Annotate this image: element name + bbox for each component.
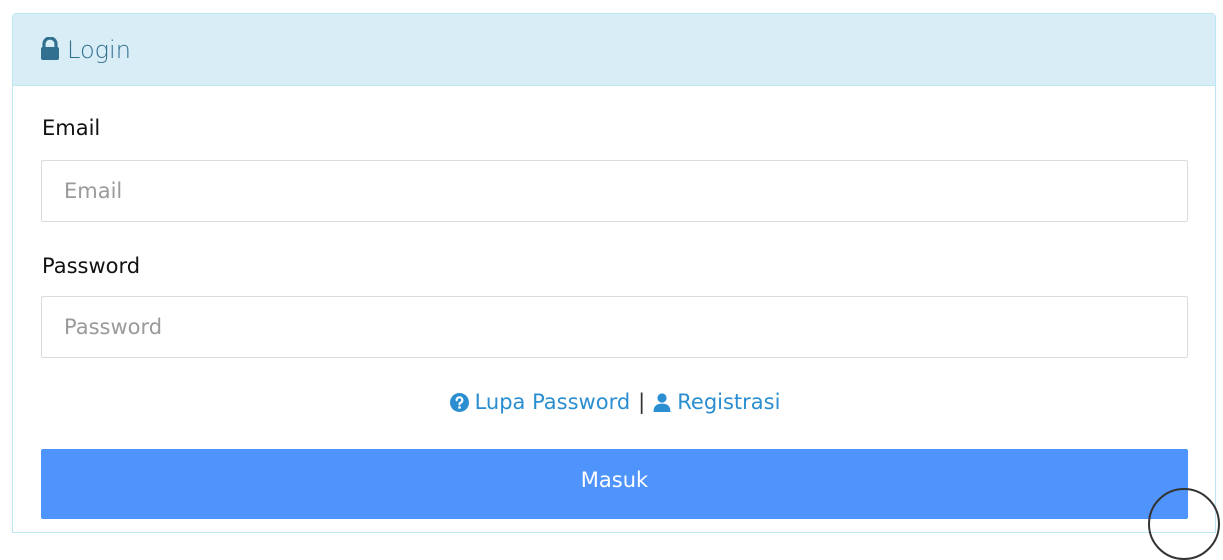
- forgot-password-link[interactable]: Lupa Password: [449, 390, 631, 414]
- lock-icon: [39, 36, 63, 63]
- auth-links: Lupa Password | Registrasi: [13, 389, 1217, 414]
- email-label: Email: [42, 116, 101, 140]
- password-field[interactable]: [41, 296, 1188, 358]
- register-label: Registrasi: [677, 390, 781, 414]
- forgot-password-label: Lupa Password: [474, 390, 631, 414]
- user-icon: [653, 392, 671, 412]
- register-link[interactable]: Registrasi: [653, 390, 780, 414]
- login-panel: Login Email Password Lupa Password |: [12, 13, 1216, 533]
- email-field[interactable]: [41, 160, 1188, 222]
- password-label: Password: [42, 254, 141, 278]
- floating-action-circle[interactable]: [1148, 488, 1220, 560]
- question-circle-icon: [449, 392, 469, 412]
- panel-title: Login: [67, 35, 131, 64]
- panel-heading: Login: [13, 14, 1215, 86]
- login-submit-button[interactable]: Masuk: [41, 449, 1188, 519]
- link-separator: |: [638, 390, 646, 414]
